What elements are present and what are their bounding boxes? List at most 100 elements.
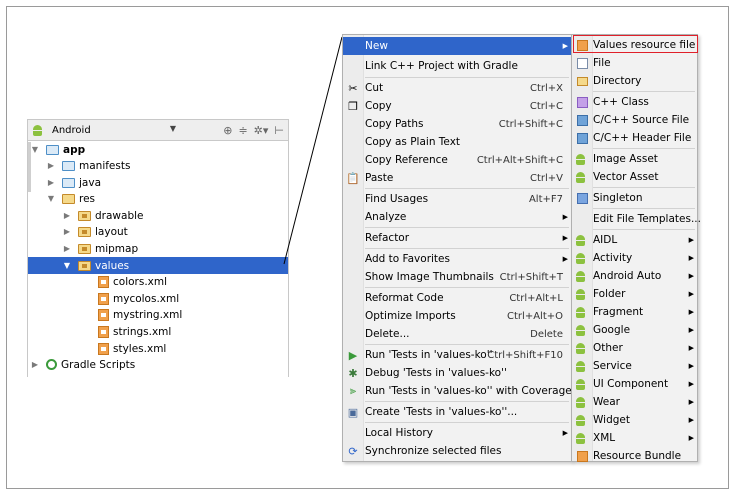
submenu-item-xml[interactable]: XML ▶ [572, 429, 697, 447]
submenu-arrow-icon: ▶ [562, 42, 568, 50]
collapse-arrow-icon[interactable]: ▶ [30, 360, 40, 369]
menu-item-refactor[interactable]: Refactor ▶ [343, 229, 571, 247]
collapse-arrow-icon[interactable]: ▶ [62, 244, 72, 253]
expand-arrow-icon[interactable]: ▼ [46, 194, 56, 203]
menu-item-reformat[interactable]: Reformat Code Ctrl+Alt+L [343, 289, 571, 307]
menu-item-shortcut: Ctrl+Shift+F10 [487, 349, 563, 361]
menu-item-label: Synchronize selected files [365, 445, 502, 457]
expand-arrow-icon[interactable]: ▼ [30, 145, 40, 154]
menu-separator [365, 344, 569, 345]
submenu-item-label: Vector Asset [593, 171, 659, 183]
tree-node-res[interactable]: ▼ res [28, 190, 288, 207]
submenu-item-cpp-class[interactable]: C++ Class [572, 93, 697, 111]
menu-item-shortcut: Alt+F7 [528, 193, 563, 205]
submenu-item-google[interactable]: Google ▶ [572, 321, 697, 339]
tree-node-mystring-xml[interactable]: mystring.xml [28, 306, 288, 323]
menu-item-cut[interactable]: ✂ Cut Ctrl+X [343, 79, 571, 97]
menu-item-shortcut: Ctrl+Shift+C [498, 118, 563, 130]
submenu-item-widget[interactable]: Widget ▶ [572, 411, 697, 429]
submenu-item-ui-component[interactable]: UI Component ▶ [572, 375, 697, 393]
menu-item-create-tests[interactable]: ▣ Create 'Tests in 'values-ko''... [343, 403, 571, 421]
folder-icon [62, 177, 75, 188]
tree-node-manifests[interactable]: ▶ manifests [28, 157, 288, 174]
submenu-arrow-icon: ▶ [562, 429, 568, 437]
menu-item-analyze[interactable]: Analyze ▶ [343, 208, 571, 226]
menu-item-label: Reformat Code [365, 292, 444, 304]
tree-node-colors-xml[interactable]: colors.xml [28, 273, 288, 290]
copy-icon: ❐ [348, 99, 358, 113]
submenu-arrow-icon: ▶ [562, 255, 568, 263]
submenu-item-cpp-header[interactable]: C/C++ Header File [572, 129, 697, 147]
menu-item-show-thumbnails[interactable]: Show Image Thumbnails Ctrl+Shift+T [343, 268, 571, 286]
tree-node-values[interactable]: ▼ values [28, 257, 288, 274]
project-tree-panel: Android ▼ ⊕ ≑ ✲▾ ⊢ ▼ app ▶ manifests ▶ j… [27, 119, 289, 377]
menu-item-synchronize[interactable]: ⟳ Synchronize selected files [343, 442, 571, 460]
menu-separator [593, 148, 695, 149]
menu-item-copy-paths[interactable]: Copy Paths Ctrl+Shift+C [343, 115, 571, 133]
locate-icon[interactable]: ⊕ [223, 124, 232, 137]
menu-item-debug-tests[interactable]: ✱ Debug 'Tests in 'values-ko'' [343, 364, 571, 382]
expand-arrow-icon[interactable]: ▼ [62, 261, 72, 270]
submenu-item-resource-bundle[interactable]: Resource Bundle [572, 447, 697, 465]
gear-icon[interactable]: ✲▾ [254, 124, 269, 137]
collapse-arrow-icon[interactable]: ▶ [62, 211, 72, 220]
menu-item-copy-reference[interactable]: Copy Reference Ctrl+Alt+Shift+C [343, 151, 571, 169]
xml-file-icon [98, 308, 109, 321]
submenu-arrow-icon: ▶ [688, 398, 694, 406]
submenu-item-label: Resource Bundle [593, 450, 682, 462]
menu-item-add-favorites[interactable]: Add to Favorites ▶ [343, 250, 571, 268]
tree-node-java[interactable]: ▶ java [28, 174, 288, 191]
tree-node-mycolos-xml[interactable]: mycolos.xml [28, 290, 288, 307]
submenu-item-edit-templates[interactable]: Edit File Templates... [572, 210, 701, 228]
menu-item-copy[interactable]: ❐ Copy Ctrl+C [343, 97, 571, 115]
tree-node-strings-xml[interactable]: strings.xml [28, 323, 288, 340]
tree-node-mipmap[interactable]: ▶ mipmap [28, 240, 288, 257]
menu-item-label: New [365, 40, 388, 52]
menu-item-label: Delete... [365, 328, 410, 340]
submenu-item-label: File [593, 57, 611, 69]
submenu-item-label: Other [593, 342, 623, 354]
menu-item-delete[interactable]: Delete... Delete [343, 325, 571, 343]
submenu-item-singleton[interactable]: Singleton [572, 189, 697, 207]
menu-item-new[interactable]: New ▶ [343, 37, 571, 55]
tree-node-gradle-scripts[interactable]: ▶ Gradle Scripts [28, 356, 288, 373]
menu-item-find-usages[interactable]: Find Usages Alt+F7 [343, 190, 571, 208]
submenu-item-service[interactable]: Service ▶ [572, 357, 697, 375]
tree-node-app[interactable]: ▼ app [28, 141, 288, 158]
collapse-icon[interactable]: ≑ [238, 124, 247, 137]
tree-node-layout[interactable]: ▶ layout [28, 223, 288, 240]
view-mode-combo[interactable]: Android ▼ [32, 122, 180, 139]
submenu-item-cpp-source[interactable]: C/C++ Source File [572, 111, 697, 129]
menu-item-run-coverage[interactable]: ⫸ Run 'Tests in 'values-ko'' with Covera… [343, 382, 572, 400]
collapse-arrow-icon[interactable]: ▶ [62, 227, 72, 236]
menu-item-run-tests[interactable]: ▶ Run 'Tests in 'values-ko'' Ctrl+Shift+… [343, 346, 571, 364]
submenu-arrow-icon: ▶ [688, 308, 694, 316]
hide-icon[interactable]: ⊢ [274, 124, 284, 137]
submenu-arrow-icon: ▶ [688, 416, 694, 424]
submenu-item-fragment[interactable]: Fragment ▶ [572, 303, 697, 321]
tree-node-label: styles.xml [113, 342, 167, 355]
menu-item-copy-plain[interactable]: Copy as Plain Text [343, 133, 571, 151]
collapse-arrow-icon[interactable]: ▶ [46, 178, 56, 187]
menu-item-paste[interactable]: 📋 Paste Ctrl+V [343, 169, 571, 187]
tree-node-drawable[interactable]: ▶ drawable [28, 207, 288, 224]
submenu-item-aidl[interactable]: AIDL ▶ [572, 231, 697, 249]
submenu-item-label: Android Auto [593, 270, 662, 282]
xml-file-icon [98, 342, 109, 355]
submenu-item-directory[interactable]: Directory [572, 72, 697, 90]
submenu-item-vector-asset[interactable]: Vector Asset [572, 168, 697, 186]
menu-item-link-cpp[interactable]: Link C++ Project with Gradle [343, 57, 571, 75]
submenu-arrow-icon: ▶ [688, 362, 694, 370]
collapse-arrow-icon[interactable]: ▶ [46, 161, 56, 170]
menu-item-shortcut: Ctrl+X [529, 82, 563, 94]
submenu-item-activity[interactable]: Activity ▶ [572, 249, 697, 267]
submenu-item-folder[interactable]: Folder ▶ [572, 285, 697, 303]
submenu-item-file[interactable]: File [572, 54, 697, 72]
menu-item-optimize-imports[interactable]: Optimize Imports Ctrl+Alt+O [343, 307, 571, 325]
tree-node-styles-xml[interactable]: styles.xml [28, 340, 288, 357]
submenu-item-android-auto[interactable]: Android Auto ▶ [572, 267, 697, 285]
menu-item-local-history[interactable]: Local History ▶ [343, 424, 571, 442]
submenu-item-image-asset[interactable]: Image Asset [572, 150, 697, 168]
submenu-item-other[interactable]: Other ▶ [572, 339, 697, 357]
submenu-item-wear[interactable]: Wear ▶ [572, 393, 697, 411]
